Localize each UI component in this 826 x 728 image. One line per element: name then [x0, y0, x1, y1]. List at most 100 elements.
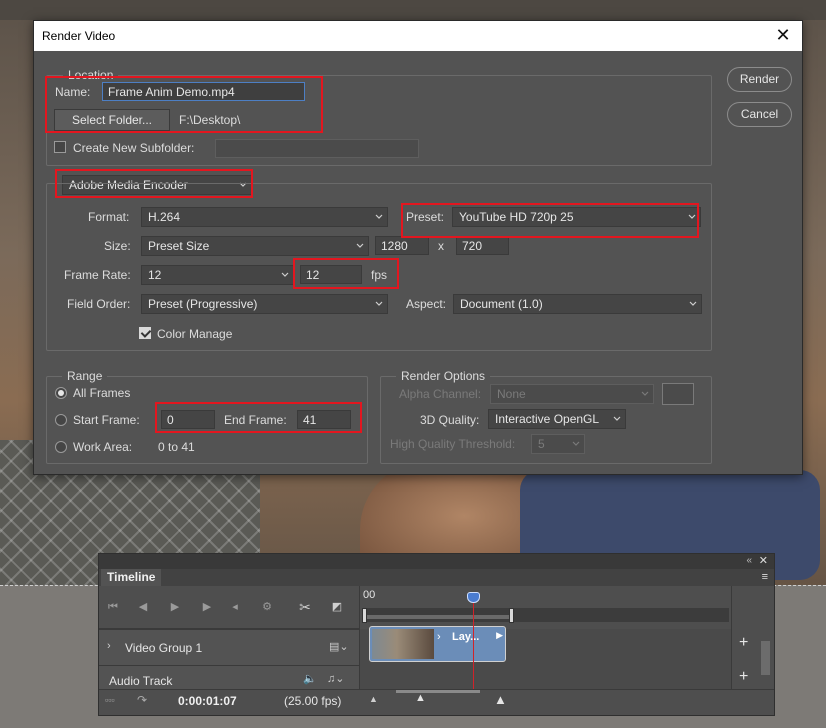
render-video-icon[interactable]: ▫▫▫: [105, 695, 115, 705]
previous-frame-icon[interactable]: ◀: [135, 599, 151, 615]
subfolder-input[interactable]: [215, 139, 419, 158]
playhead-handle[interactable]: [467, 592, 480, 603]
close-icon[interactable]: ✕: [773, 25, 793, 45]
add-audio-icon[interactable]: +: [739, 668, 748, 686]
zoom-slider-thumb[interactable]: ▲: [415, 692, 426, 704]
name-input[interactable]: Frame Anim Demo.mp4: [102, 82, 305, 101]
work-area-start-handle[interactable]: [362, 608, 367, 623]
settings-gear-icon[interactable]: ⚙: [259, 599, 275, 615]
threshold-select[interactable]: 5: [531, 434, 585, 454]
clip-arrow-icon[interactable]: ▶: [496, 630, 503, 641]
frame-rate-select[interactable]: 12: [141, 265, 294, 285]
expand-chevron-icon: ›: [437, 631, 441, 643]
matte-color-swatch[interactable]: [662, 383, 694, 405]
fps-input[interactable]: 12: [300, 265, 362, 284]
chevron-down-icon: [688, 211, 696, 223]
expand-chevron-icon[interactable]: ›: [107, 640, 111, 652]
alpha-channel-select[interactable]: None: [490, 384, 654, 404]
chevron-down-icon: [375, 211, 383, 223]
preset-label: Preset:: [406, 210, 445, 224]
music-note-icon[interactable]: ♫⌄: [327, 672, 344, 685]
start-frame-radio[interactable]: [55, 414, 67, 426]
render-options-legend: Render Options: [396, 369, 491, 383]
3d-quality-value: Interactive OpenGL: [495, 412, 600, 426]
timeline-status-bar: ▫▫▫ ↷ 0:00:01:07 (25.00 fps) ▲ ▲ ▲: [99, 689, 774, 715]
zoom-in-icon[interactable]: ▲: [494, 692, 507, 707]
start-frame-value: 0: [167, 413, 174, 427]
threshold-value: 5: [538, 437, 545, 451]
select-folder-button[interactable]: Select Folder...: [54, 109, 170, 131]
next-frame-icon[interactable]: ▶: [199, 599, 215, 615]
film-strip-icon[interactable]: ▤⌄: [329, 640, 349, 653]
transition-icon[interactable]: ◩: [329, 599, 345, 615]
dialog-titlebar: Render Video ✕: [34, 21, 802, 51]
select-folder-label: Select Folder...: [71, 113, 153, 127]
create-subfolder-label: Create New Subfolder:: [73, 141, 195, 155]
alpha-channel-label: Alpha Channel:: [399, 387, 482, 401]
audio-track-row[interactable]: Audio Track 🔈 ♫⌄: [99, 665, 359, 689]
3d-quality-select[interactable]: Interactive OpenGL: [488, 409, 626, 429]
color-manage-checkbox[interactable]: [139, 327, 151, 339]
play-icon[interactable]: ▶: [167, 599, 183, 615]
start-frame-label: Start Frame:: [73, 413, 140, 427]
preset-select[interactable]: YouTube HD 720p 25: [452, 207, 701, 227]
split-scissors-icon[interactable]: ✂: [297, 599, 313, 615]
location-legend: Location: [63, 68, 119, 82]
clip-thumbnail: [372, 629, 434, 659]
audio-icon[interactable]: ◂: [227, 599, 243, 615]
video-group-row[interactable]: › Video Group 1 ▤⌄: [99, 629, 359, 665]
all-frames-label: All Frames: [73, 386, 131, 400]
audio-track: [359, 665, 731, 689]
all-frames-radio[interactable]: [55, 387, 67, 399]
preset-value: YouTube HD 720p 25: [459, 210, 574, 224]
format-select[interactable]: H.264: [141, 207, 388, 227]
close-icon[interactable]: ✕: [759, 554, 768, 567]
size-separator: x: [438, 239, 444, 253]
render-button[interactable]: Render: [727, 67, 792, 92]
field-order-select[interactable]: Preset (Progressive): [141, 294, 388, 314]
name-label: Name:: [55, 85, 91, 99]
color-manage-label: Color Manage: [157, 327, 233, 341]
threshold-label: High Quality Threshold:: [390, 437, 516, 451]
work-area-end-handle[interactable]: [509, 608, 514, 623]
size-select[interactable]: Preset Size: [141, 236, 369, 256]
collapse-icon[interactable]: «: [746, 555, 752, 566]
panel-top-bar: « ✕: [99, 554, 774, 569]
aspect-select[interactable]: Document (1.0): [453, 294, 702, 314]
audio-track-label: Audio Track: [109, 674, 173, 688]
start-frame-input[interactable]: 0: [161, 410, 215, 429]
end-frame-label: End Frame:: [224, 413, 287, 427]
alpha-channel-value: None: [497, 387, 526, 401]
fps-unit: fps: [371, 268, 388, 282]
work-area-label: Work Area:: [73, 440, 133, 454]
height-input[interactable]: 720: [456, 236, 509, 255]
chevron-down-icon: [375, 298, 383, 310]
speaker-icon[interactable]: 🔈: [303, 672, 317, 685]
vertical-scrollbar[interactable]: [761, 641, 770, 675]
timecode: 0:00:01:07: [178, 694, 237, 708]
zoom-out-icon[interactable]: ▲: [369, 694, 378, 704]
chevron-down-icon: [356, 240, 364, 252]
go-to-first-frame-icon[interactable]: ⏮: [105, 599, 121, 615]
work-area-bar[interactable]: [364, 615, 511, 619]
height-value: 720: [462, 239, 483, 253]
format-value: H.264: [148, 210, 181, 224]
tab-timeline[interactable]: Timeline: [101, 569, 161, 586]
add-media-icon[interactable]: +: [739, 634, 748, 652]
video-group-label: Video Group 1: [125, 641, 203, 655]
zoom-slider[interactable]: [396, 690, 480, 693]
layer-clip[interactable]: › Lay... ▶: [369, 626, 506, 662]
work-area-radio[interactable]: [55, 441, 67, 453]
size-value: Preset Size: [148, 239, 210, 253]
fps-value: 12: [306, 268, 320, 282]
width-input[interactable]: 1280: [375, 236, 429, 255]
chevron-down-icon: [613, 413, 621, 425]
end-frame-input[interactable]: 41: [297, 410, 351, 429]
convert-arrow-icon[interactable]: ↷: [137, 693, 147, 707]
create-subfolder-checkbox[interactable]: [54, 141, 66, 153]
field-order-label: Field Order:: [67, 297, 131, 311]
cancel-button[interactable]: Cancel: [727, 102, 792, 127]
aspect-value: Document (1.0): [460, 297, 543, 311]
panel-menu-icon[interactable]: ≡: [762, 571, 768, 583]
cancel-label: Cancel: [740, 107, 779, 121]
